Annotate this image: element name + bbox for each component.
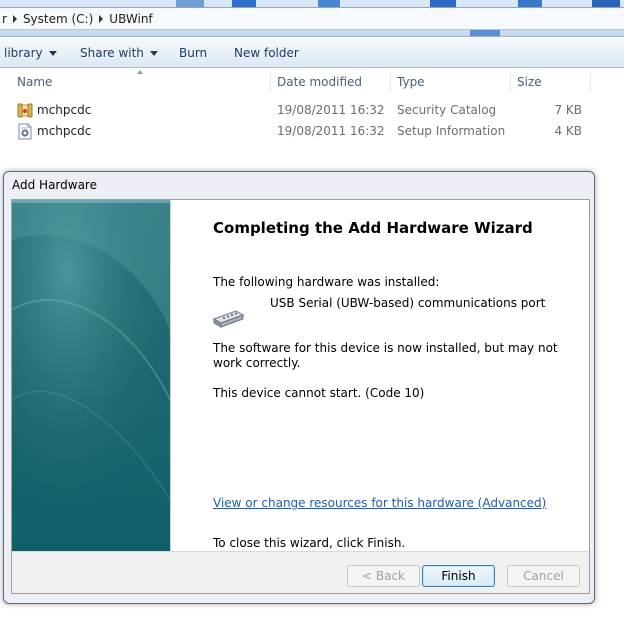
file-name: mchpcdc bbox=[37, 103, 92, 117]
dialog-title: Add Hardware bbox=[12, 178, 97, 192]
chevron-down-icon bbox=[149, 50, 158, 56]
include-in-library-button[interactable]: library bbox=[4, 46, 57, 60]
add-hardware-dialog: Add Hardware Completing the Add Hardware… bbox=[3, 171, 595, 604]
column-divider[interactable] bbox=[590, 72, 591, 92]
breadcrumb-partial[interactable]: r bbox=[2, 12, 7, 26]
file-row[interactable]: mchpcdc 19/08/2011 16:32 Security Catalo… bbox=[0, 100, 624, 121]
column-type[interactable]: Type bbox=[397, 75, 425, 89]
file-size: 4 KB bbox=[554, 124, 582, 138]
wizard-content: Completing the Add Hardware Wizard The f… bbox=[170, 200, 589, 551]
address-field[interactable]: r System (C:) UBWinf bbox=[0, 7, 624, 30]
new-folder-button[interactable]: New folder bbox=[234, 46, 299, 60]
serial-port-icon bbox=[212, 310, 245, 328]
sort-ascending-icon bbox=[137, 70, 143, 74]
address-bar-area: r System (C:) UBWinf bbox=[0, 0, 624, 37]
file-size: 7 KB bbox=[554, 103, 582, 117]
security-catalog-icon bbox=[17, 103, 33, 118]
file-date: 19/08/2011 16:32 bbox=[277, 124, 385, 138]
back-button[interactable]: < Back bbox=[347, 565, 420, 587]
share-with-button[interactable]: Share with bbox=[80, 46, 158, 60]
file-type: Setup Information bbox=[397, 124, 506, 138]
share-label: Share with bbox=[80, 46, 144, 60]
finish-button[interactable]: Finish bbox=[422, 565, 495, 587]
status-text: The software for this device is now inst… bbox=[213, 341, 558, 370]
library-label: library bbox=[4, 46, 43, 60]
wizard-heading: Completing the Add Hardware Wizard bbox=[213, 219, 533, 237]
file-type: Security Catalog bbox=[397, 103, 497, 117]
breadcrumb-arrow-icon[interactable] bbox=[12, 14, 17, 23]
file-date: 19/08/2011 16:32 bbox=[277, 103, 385, 117]
column-divider[interactable] bbox=[510, 72, 511, 92]
column-size[interactable]: Size bbox=[517, 75, 542, 89]
close-hint: To close this wizard, click Finish. bbox=[213, 536, 406, 550]
column-divider[interactable] bbox=[270, 72, 271, 92]
column-name[interactable]: Name bbox=[17, 75, 52, 89]
file-name: mchpcdc bbox=[37, 124, 92, 138]
chevron-down-icon bbox=[48, 50, 57, 56]
column-date-modified[interactable]: Date modified bbox=[277, 75, 362, 89]
setup-information-icon bbox=[18, 123, 32, 140]
device-name: USB Serial (UBW-based) communications po… bbox=[270, 296, 546, 310]
error-text: This device cannot start. (Code 10) bbox=[213, 386, 425, 400]
wizard-button-bar: < Back Finish Cancel bbox=[12, 551, 589, 593]
banner-swirl-graphic bbox=[12, 200, 170, 551]
breadcrumb-arrow-icon[interactable] bbox=[99, 14, 104, 23]
breadcrumb-ubwinf[interactable]: UBWinf bbox=[109, 12, 152, 26]
burn-label: Burn bbox=[179, 46, 208, 60]
cancel-button[interactable]: Cancel bbox=[507, 565, 580, 587]
new-folder-label: New folder bbox=[234, 46, 299, 60]
installed-label: The following hardware was installed: bbox=[213, 275, 440, 289]
wizard-side-banner bbox=[12, 200, 170, 551]
file-row[interactable]: mchpcdc 19/08/2011 16:32 Setup Informati… bbox=[0, 121, 624, 142]
breadcrumb-system-drive[interactable]: System (C:) bbox=[23, 12, 93, 26]
explorer-toolbar: library Share with Burn New folder bbox=[0, 38, 624, 68]
wizard-body: Completing the Add Hardware Wizard The f… bbox=[11, 199, 590, 594]
view-resources-link[interactable]: View or change resources for this hardwa… bbox=[213, 496, 546, 510]
column-header-row: Name Date modified Type Size bbox=[0, 69, 624, 95]
column-divider[interactable] bbox=[390, 72, 391, 92]
burn-button[interactable]: Burn bbox=[179, 46, 207, 60]
